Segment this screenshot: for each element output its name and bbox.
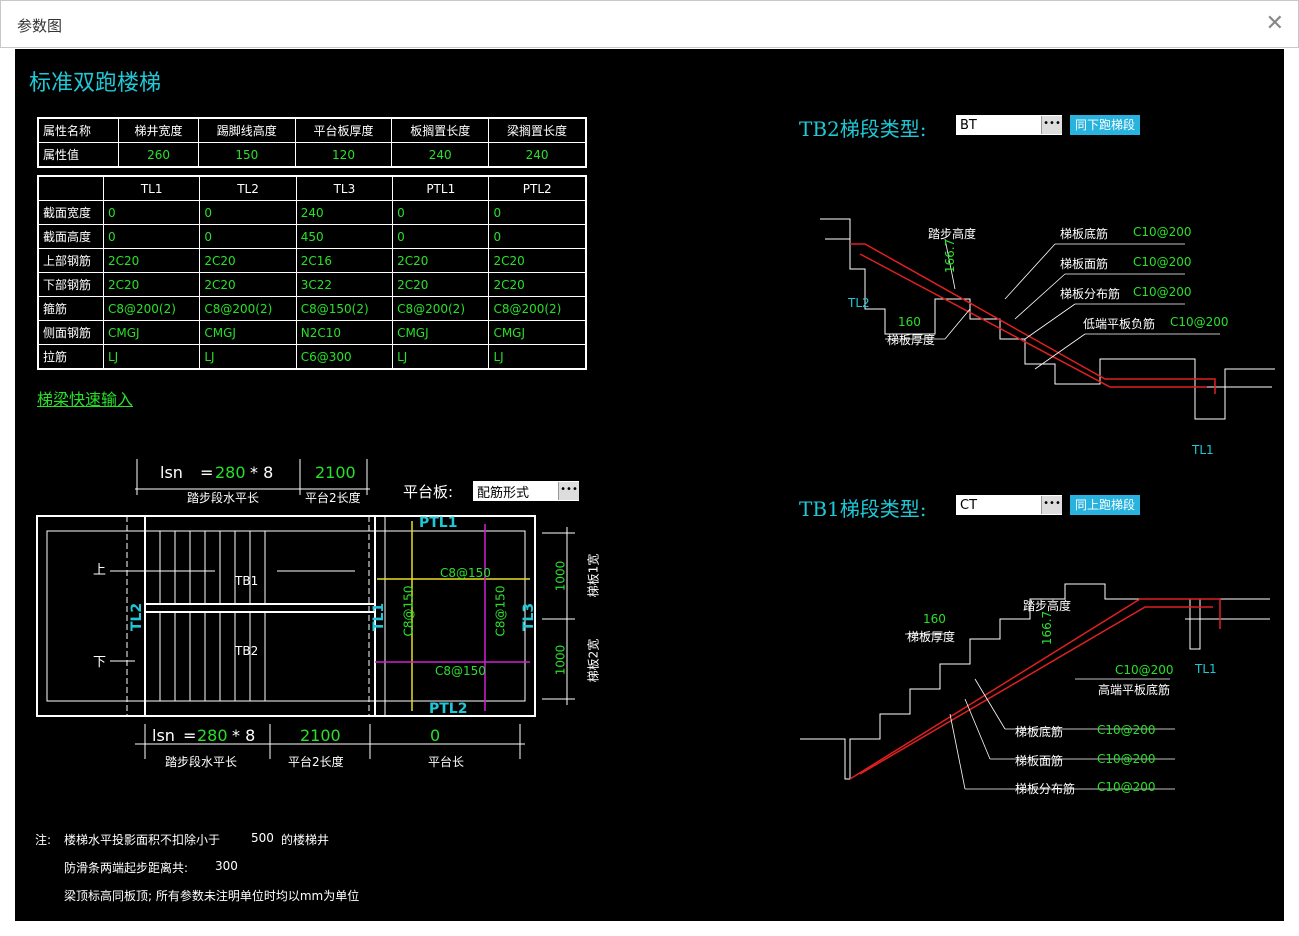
tb1-plan-label: TB1 [235,574,259,588]
tb2-dist-rebar-value[interactable]: C10@200 [1133,285,1192,299]
tl1-plan-label: TL1 [371,602,388,632]
plan-rebar-label: C8@150 [401,585,416,637]
tb1-face-rebar-label: 梯板面筋 [1015,754,1064,768]
top-lsn: lsn [160,463,183,482]
plan-rebar-label: C8@150 [440,566,491,580]
tb2-same-as-lower-button[interactable]: 同下跑梯段 [1070,115,1141,135]
ellipsis-icon[interactable]: ••• [558,482,579,500]
top-label-2: 平台2长度 [305,491,361,505]
tb1-thickness-value[interactable]: 160 [923,612,946,626]
bottom-lsn-value[interactable]: 280 [197,726,228,745]
tb2-neg-rebar-label: 低端平板负筋 [1083,317,1156,331]
width1-value[interactable]: 1000 [553,561,567,592]
tb1-type-combo[interactable]: CT ••• [956,495,1062,515]
tb1-step-height-value[interactable]: 166.7 [1040,611,1054,645]
width2-value[interactable]: 1000 [553,645,567,676]
bottom-lsn: lsn [152,726,175,745]
top-mul: * 8 [250,463,274,482]
bottom-label-3: 平台长 [428,755,465,769]
width2-label: 梯板2宽 [586,638,601,683]
tb1-bottom-rebar-value[interactable]: C10@200 [1097,723,1156,737]
tl3-plan-label: TL3 [521,602,538,632]
tb2-step-height-value[interactable]: 166.7 [943,239,957,273]
tb1-bottom-rebar-label: 梯板底筋 [1015,725,1064,739]
tb1-same-as-upper-button[interactable]: 同上跑梯段 [1070,495,1141,515]
tb2-thickness-label: 梯板厚度 [887,333,936,347]
bottom-label-1: 踏步段水平长 [165,755,238,769]
bottom-label-2: 平台2长度 [288,755,344,769]
tb2-bottom-rebar-label: 梯板底筋 [1060,227,1109,241]
plan-rebar-label: C8@150 [493,585,508,637]
note-line2-a: 防滑条两端起步距离共: [64,861,189,875]
tb2-type-combo[interactable]: BT ••• [956,115,1062,135]
bottom-dimension [135,527,575,759]
top-lsn-value[interactable]: 280 [215,463,246,482]
dialog-titlebar: 参数图 ✕ [0,0,1299,48]
ellipsis-icon[interactable]: ••• [1041,116,1062,134]
tb2-tl1-label: TL1 [1192,443,1214,457]
tb1-dist-rebar-label: 梯板分布筋 [1015,782,1076,796]
plan-treads [110,531,355,701]
ptl1-plan-label: PTL1 [419,515,458,531]
top-eq: = [200,463,214,482]
platform-combo-value: 配筋形式 [477,485,530,501]
tb2-face-rebar-label: 梯板面筋 [1060,257,1109,271]
tb2-dist-rebar-label: 梯板分布筋 [1060,287,1121,301]
tb2-bottom-rebar-value[interactable]: C10@200 [1133,225,1192,239]
tb1-thickness-label: 梯板厚度 [907,630,956,644]
note-line1-a: 楼梯水平投影面积不扣除小于 [64,833,221,847]
dialog-title: 参数图 [17,17,63,35]
up-label: 上 [93,563,107,578]
tb2-tl2-label: TL2 [848,296,870,310]
plan-dashed-lines [126,516,370,716]
bottom-mul: * 8 [232,726,256,745]
tb1-type-value: CT [960,497,978,513]
note-line3: 梁顶标高同板顶; 所有参数未注明单位时均以mm为单位 [64,889,360,903]
note-line1-value[interactable]: 500 [251,831,274,845]
tb1-high-rebar-label: 高端平板底筋 [1098,683,1171,697]
note-line2-value[interactable]: 300 [215,859,238,873]
bottom-eq: = [183,726,197,745]
tb2-thickness-value[interactable]: 160 [898,315,921,329]
tb2-face-rebar-value[interactable]: C10@200 [1133,255,1192,269]
tb1-type-title: TB1梯段类型: [799,497,927,521]
bottom-platform-value[interactable]: 0 [430,726,440,745]
top-label-1: 踏步段水平长 [187,491,260,505]
plan-rebar-label: C8@150 [435,664,486,678]
tb1-face-rebar-value[interactable]: C10@200 [1097,752,1156,766]
down-label: 下 [93,655,107,670]
platform-label: 平台板: [403,483,454,501]
top-platform2-value[interactable]: 2100 [315,463,356,482]
drawing-svg [36,218,1275,790]
bottom-platform2-value[interactable]: 2100 [300,726,341,745]
tb1-high-rebar-value[interactable]: C10@200 [1115,663,1174,677]
tb1-dist-rebar-value[interactable]: C10@200 [1097,780,1156,794]
ellipsis-icon[interactable]: ••• [1041,496,1062,514]
platform-combo[interactable]: 配筋形式 ••• [473,481,579,501]
tb2-type-value: BT [960,117,977,133]
tb2-type-title: TB2梯段类型: [799,117,927,141]
close-icon[interactable]: ✕ [1266,11,1284,36]
tb2-neg-rebar-value[interactable]: C10@200 [1170,315,1229,329]
ptl2-plan-label: PTL2 [429,701,468,717]
tb1-tl1-label: TL1 [1195,662,1217,676]
plan-outline [36,515,536,717]
note-line1-b: 的楼梯井 [281,833,330,847]
tb2-plan-label: TB2 [235,644,259,658]
note-prefix: 注: [35,833,52,847]
width1-label: 梯板1宽 [586,553,601,598]
tl2-plan-label: TL2 [129,602,146,632]
parameter-canvas: 标准双跑楼梯 属性名称 梯井宽度 踢脚线高度 平台板厚度 板搁置长度 梁搁置长度… [15,49,1284,921]
